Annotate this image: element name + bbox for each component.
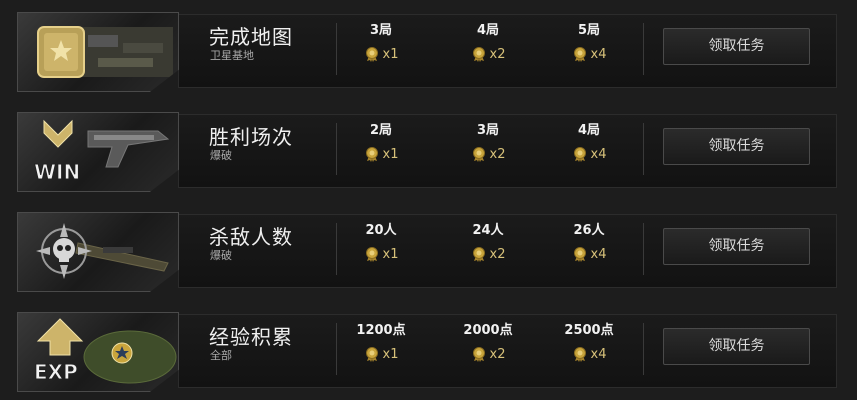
tier-reward: x1	[336, 46, 426, 62]
task-thumbnail: WIN	[17, 112, 179, 192]
tier-reward: x2	[443, 46, 533, 62]
medal-icon	[365, 347, 378, 362]
win-badge-text: WIN	[34, 160, 80, 184]
tier-requirement: 5局	[577, 23, 601, 38]
tier-requirement: 24人	[472, 223, 504, 238]
task-title: 胜利场次	[209, 125, 293, 149]
medal-icon	[365, 47, 378, 62]
medal-icon	[573, 47, 586, 62]
tier-requirement: 2500点	[564, 323, 614, 338]
medal-icon	[472, 47, 485, 62]
reward-multiplier: x2	[489, 246, 506, 262]
tier-3: 26人 x4	[544, 222, 634, 262]
tier-requirement: 26人	[573, 223, 605, 238]
tier-2: 3局 x2	[443, 122, 533, 162]
tier-2: 2000点 x2	[443, 322, 533, 362]
tier-reward: x4	[544, 146, 634, 162]
reward-multiplier: x4	[590, 346, 607, 362]
exp-badge-text: EXP	[34, 360, 78, 384]
medal-icon	[573, 147, 586, 162]
medal-icon	[365, 247, 378, 262]
tier-requirement: 20人	[365, 223, 397, 238]
divider	[643, 223, 644, 275]
claim-task-button[interactable]: 领取任务	[663, 28, 810, 65]
task-thumbnail	[17, 212, 179, 292]
tier-3: 2500点 x4	[544, 322, 634, 362]
reward-multiplier: x1	[382, 346, 399, 362]
reward-multiplier: x1	[382, 46, 399, 62]
divider	[643, 23, 644, 75]
task-subtitle: 全部	[210, 349, 232, 362]
win-chevron-icon: WIN	[34, 119, 170, 185]
medal-icon	[573, 247, 586, 262]
tier-requirement: 2局	[369, 123, 393, 138]
medal-icon	[472, 347, 485, 362]
tier-requirement: 4局	[476, 23, 500, 38]
tier-3: 5局 x4	[544, 22, 634, 62]
tier-2: 4局 x2	[443, 22, 533, 62]
tier-1: 3局 x1	[336, 22, 426, 62]
reward-multiplier: x2	[489, 146, 506, 162]
tier-reward: x1	[336, 246, 426, 262]
tier-requirement: 1200点	[356, 323, 406, 338]
tier-reward: x1	[336, 146, 426, 162]
tier-reward: x2	[443, 246, 533, 262]
divider	[643, 123, 644, 175]
tier-requirement: 4局	[577, 123, 601, 138]
tier-reward: x4	[544, 346, 634, 362]
task-thumbnail: EXP	[17, 312, 179, 392]
tier-reward: x1	[336, 346, 426, 362]
task-title: 经验积累	[209, 325, 293, 349]
reward-multiplier: x4	[590, 46, 607, 62]
map-medal-icon	[37, 26, 173, 78]
tier-requirement: 2000点	[463, 323, 513, 338]
task-thumbnail	[17, 12, 179, 92]
medal-icon	[472, 147, 485, 162]
tier-1: 2局 x1	[336, 122, 426, 162]
claim-task-button[interactable]: 领取任务	[663, 228, 810, 265]
reward-multiplier: x1	[382, 146, 399, 162]
tier-1: 20人 x1	[336, 222, 426, 262]
task-subtitle: 爆破	[210, 149, 232, 162]
task-subtitle: 卫星基地	[210, 49, 254, 62]
reward-multiplier: x2	[489, 46, 506, 62]
tier-reward: x2	[443, 346, 533, 362]
tier-1: 1200点 x1	[336, 322, 426, 362]
tier-2: 24人 x2	[443, 222, 533, 262]
task-subtitle: 爆破	[210, 249, 232, 262]
tier-3: 4局 x4	[544, 122, 634, 162]
medal-icon	[472, 247, 485, 262]
task-title: 杀敌人数	[209, 225, 293, 249]
claim-task-button[interactable]: 领取任务	[663, 128, 810, 165]
reward-multiplier: x1	[382, 246, 399, 262]
task-row: 完成地图 卫星基地 3局 x1 4局 x2 5局 x4 领取任务	[0, 11, 857, 97]
tier-reward: x4	[544, 46, 634, 62]
claim-task-button[interactable]: 领取任务	[663, 328, 810, 365]
reward-multiplier: x2	[489, 346, 506, 362]
tier-requirement: 3局	[369, 23, 393, 38]
skull-icon	[36, 223, 169, 279]
tier-reward: x4	[544, 246, 634, 262]
task-row: 杀敌人数 爆破 20人 x1 24人 x2 26人 x4 领取任务	[0, 211, 857, 297]
task-row: WIN 胜利场次 爆破 2局 x1 3局 x2 4局 x4 领取任务	[0, 111, 857, 197]
tier-requirement: 3局	[476, 123, 500, 138]
medal-icon	[365, 147, 378, 162]
divider	[643, 323, 644, 375]
reward-multiplier: x4	[590, 146, 607, 162]
task-row: EXP 经验积累 全部 1200点 x1 2000点 x2 2500点 x4 领…	[0, 311, 857, 397]
task-title: 完成地图	[209, 25, 293, 49]
tier-reward: x2	[443, 146, 533, 162]
medal-icon	[573, 347, 586, 362]
exp-arrow-icon: EXP	[34, 318, 177, 385]
reward-multiplier: x4	[590, 246, 607, 262]
